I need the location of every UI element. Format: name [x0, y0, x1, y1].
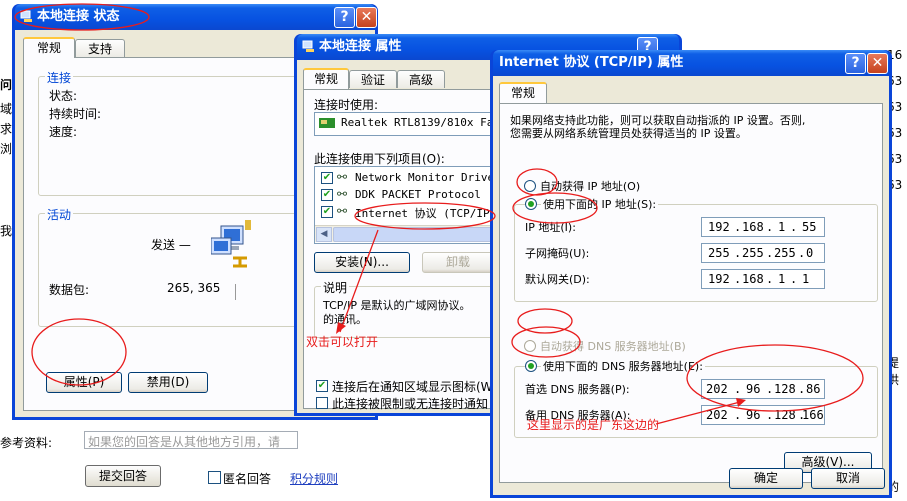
install-button[interactable]: 安装(N)... — [314, 252, 410, 273]
speed-label: 速度: — [49, 125, 78, 139]
tab-advanced[interactable]: 高级 — [397, 70, 445, 88]
tab-authentication[interactable]: 验证 — [349, 70, 397, 88]
rules-link[interactable]: 积分规则 — [290, 470, 338, 487]
manual-ip-label: 使用下面的 IP 地址(S): — [541, 196, 659, 212]
properties-button[interactable]: 属性(P) — [46, 372, 122, 393]
reference-input[interactable]: 如果您的回答是从其他地方引用，请 — [84, 431, 298, 449]
subnet-mask-label: 子网掩码(U): — [525, 247, 590, 260]
activity-group-title: 活动 — [45, 206, 74, 223]
component-item-tcpip[interactable]: Internet 协议 (TCP/IP — [355, 205, 490, 221]
packets-value: 265, 365 — [167, 281, 221, 295]
page-fragment: 问 — [0, 78, 13, 92]
connect-using-label: 连接时使用: — [314, 98, 379, 112]
adapter-name: Realtek RTL8139/810x Fam — [341, 116, 500, 129]
help-button[interactable]: ? — [334, 7, 355, 28]
auto-dns-label: 自动获得 DNS 服务器地址(B) — [540, 340, 686, 353]
manual-ip-radio[interactable] — [525, 198, 537, 210]
component-item[interactable]: DDK PACKET Protocol — [355, 188, 481, 201]
description-group-title: 说明 — [321, 279, 350, 296]
gateway-label: 默认网关(D): — [525, 273, 590, 286]
component-checkbox[interactable]: ✔ — [321, 172, 333, 184]
uninstall-button[interactable]: 卸载 — [422, 252, 494, 273]
manual-dns-radio[interactable] — [525, 360, 537, 372]
tcpip-title: Internet 协议 (TCP/IP) 属性 — [499, 55, 684, 70]
auto-ip-radio[interactable] — [524, 180, 536, 192]
annotation-double-click: 双击可以打开 — [306, 335, 379, 349]
preferred-dns-label: 首选 DNS 服务器(P): — [525, 383, 630, 396]
ip-group: 使用下面的 IP 地址(S): IP 地址(I): 192. 168. 1. 5… — [514, 196, 878, 302]
gateway-field[interactable]: 192. 168. 1. 1 — [701, 269, 825, 289]
network-icon — [302, 40, 314, 52]
tcpip-titlebar[interactable]: Internet 协议 (TCP/IP) 属性 ? ✕ — [493, 50, 889, 76]
component-checkbox[interactable]: ✔ — [321, 206, 333, 218]
description-text: 的通讯。 — [323, 313, 367, 326]
page-fragment: 浏 — [0, 142, 13, 156]
status-title: 本地连接 状态 — [37, 9, 120, 24]
component-checkbox[interactable]: ✔ — [321, 189, 333, 201]
reference-label: 参考资料: — [0, 436, 53, 450]
component-icon: ⚯ — [337, 170, 348, 184]
component-icon: ⚯ — [337, 187, 348, 201]
network-activity-icon — [211, 220, 251, 268]
ip-label: IP 地址(I): — [525, 221, 576, 234]
component-item[interactable]: Network Monitor Driver — [355, 171, 501, 184]
status-titlebar[interactable]: 本地连接 状态 ? ✕ — [15, 4, 377, 30]
tab-general[interactable]: 常规 — [499, 82, 547, 103]
auto-dns-radio[interactable] — [524, 340, 536, 352]
packets-label: 数据包: — [49, 283, 90, 297]
connection-group-title: 连接 — [45, 69, 74, 86]
alternate-dns-field[interactable]: 202. 96. 128. 166 — [701, 405, 825, 425]
divider — [235, 284, 236, 300]
scroll-left-icon[interactable]: ◀ — [316, 227, 332, 242]
show-icon-checkbox[interactable]: ✔ — [316, 380, 328, 392]
properties-title: 本地连接 属性 — [319, 39, 402, 54]
anonymous-checkbox[interactable] — [208, 471, 221, 484]
page-fragment: 我 — [0, 224, 13, 238]
items-label: 此连接使用下列项目(O): — [314, 152, 445, 166]
manual-dns-label: 使用下面的 DNS 服务器地址(E): — [541, 358, 705, 374]
cancel-button[interactable]: 取消 — [811, 468, 885, 489]
duration-label: 持续时间: — [49, 107, 102, 121]
status-label: 状态: — [49, 89, 78, 103]
ok-button[interactable]: 确定 — [729, 468, 803, 489]
help-button[interactable]: ? — [845, 53, 866, 74]
subnet-mask-field[interactable]: 255. 255. 255. 0 — [701, 243, 825, 263]
auto-ip-label: 自动获得 IP 地址(O) — [540, 180, 641, 193]
tab-support[interactable]: 支持 — [75, 39, 125, 57]
close-button[interactable]: ✕ — [356, 7, 377, 28]
tab-general[interactable]: 常规 — [303, 68, 349, 89]
close-button[interactable]: ✕ — [867, 53, 888, 74]
anonymous-label: 匿名回答 — [223, 472, 272, 486]
show-icon-label: 连接后在通知区域显示图标(W — [332, 380, 493, 394]
network-icon — [20, 10, 32, 22]
component-icon: ⚯ — [337, 204, 348, 218]
ip-address-field[interactable]: 192. 168. 1. 55 — [701, 217, 825, 237]
annotation-dns-note: 这里显示的是广东这边的 — [527, 418, 660, 432]
submit-answer-button[interactable]: 提交回答 — [85, 465, 161, 487]
page-fragment: 域 — [0, 102, 13, 116]
preferred-dns-field[interactable]: 202. 96. 128. 86 — [701, 379, 825, 399]
sent-label: 发送 — — [151, 238, 191, 252]
adapter-icon — [319, 118, 335, 128]
notify-label: 此连接被限制或无连接时通知 — [332, 397, 489, 411]
notify-checkbox[interactable] — [316, 397, 328, 409]
intro-text: 您需要从网络系统管理员处获得适当的 IP 设置。 — [510, 127, 747, 140]
tab-general[interactable]: 常规 — [23, 37, 75, 58]
disable-button[interactable]: 禁用(D) — [128, 372, 208, 393]
